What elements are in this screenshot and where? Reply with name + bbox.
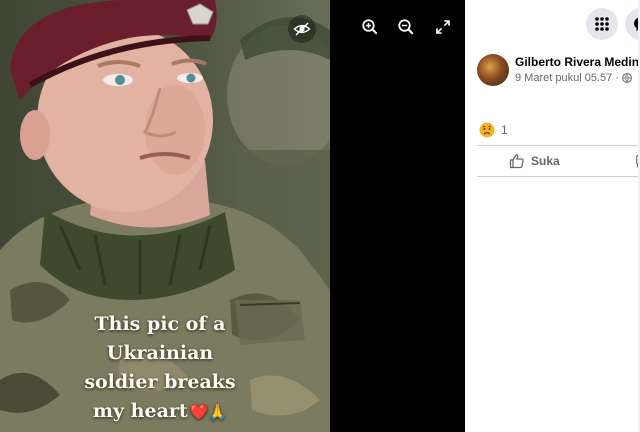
caption-line-4-text: my heart — [92, 400, 188, 422]
eye-slash-icon — [293, 22, 311, 36]
heart-emoji: ❤️ — [189, 403, 209, 421]
grid-menu-icon — [595, 17, 609, 31]
caption-line-3: soldier breaks — [84, 371, 236, 393]
menu-button[interactable] — [586, 8, 618, 40]
divider — [477, 145, 640, 146]
meta-separator: · — [615, 72, 619, 84]
zoom-out-icon — [398, 19, 414, 35]
media-viewer[interactable]: This pic of a Ukrainian soldier breaks m… — [0, 0, 465, 432]
post-meta: 9 Maret pukul 05.57 · — [515, 72, 632, 84]
post-date[interactable]: 9 Maret pukul 05.57 — [515, 72, 612, 84]
caption-line-2: Ukrainian — [106, 342, 214, 364]
reaction-summary[interactable]: 1 — [479, 122, 508, 138]
like-button[interactable]: Suka — [509, 149, 560, 173]
caption-line-1: This pic of a — [94, 313, 226, 335]
post-photo-viewer: This pic of a Ukrainian soldier breaks m… — [0, 0, 640, 432]
sad-face-icon — [479, 122, 495, 138]
author-name[interactable]: Gilberto Rivera Medina — [515, 55, 640, 69]
hide-content-button[interactable] — [288, 15, 316, 43]
praying-hands-emoji: 🙏 — [208, 403, 228, 421]
reaction-count: 1 — [501, 123, 508, 137]
divider — [477, 176, 640, 177]
photo-caption: This pic of a Ukrainian soldier breaks m… — [60, 310, 260, 427]
thumbs-up-icon — [509, 154, 524, 169]
like-label: Suka — [531, 154, 560, 168]
post-details-panel: Gilberto Rivera Medina 9 Maret pukul 05.… — [465, 0, 640, 432]
zoom-in-button[interactable] — [356, 13, 384, 41]
zoom-out-button[interactable] — [392, 13, 420, 41]
fullscreen-button[interactable] — [429, 13, 457, 41]
globe-icon — [622, 73, 632, 83]
caption-line-4: my heart ❤️🙏 — [60, 397, 260, 427]
expand-icon — [436, 20, 450, 34]
post-photo[interactable]: This pic of a Ukrainian soldier breaks m… — [0, 0, 330, 432]
zoom-in-icon — [362, 19, 378, 35]
author-avatar[interactable] — [477, 54, 509, 86]
